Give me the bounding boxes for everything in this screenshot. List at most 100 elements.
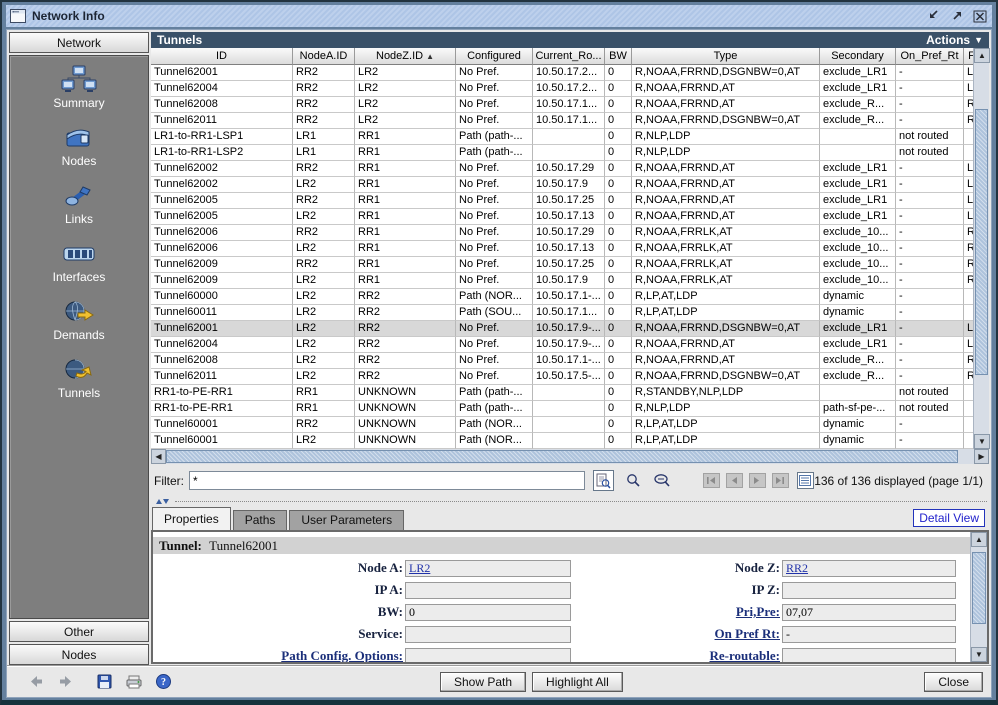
field-value-box[interactable] [405,648,571,663]
minimize-icon[interactable] [925,9,942,24]
tab-properties[interactable]: Properties [152,507,231,530]
table-row[interactable]: Tunnel62006LR2RR1No Pref.10.50.17.130R,N… [151,241,973,257]
table-row[interactable]: RR1-to-PE-RR1RR1UNKNOWNPath (path-...0R,… [151,401,973,417]
table-row[interactable]: Tunnel62001RR2LR2No Pref.10.50.17.2...0R… [151,65,973,81]
back-arrow-icon[interactable] [29,675,44,688]
scroll-up-icon[interactable]: ▲ [971,532,987,547]
sidebar-item-demands[interactable]: Demands [53,296,104,342]
table-row[interactable]: Tunnel62009LR2RR1No Pref.10.50.17.90R,NO… [151,273,973,289]
column-header-on-pref-rt[interactable]: On_Pref_Rt [896,48,964,65]
filter-preview-icon[interactable] [593,470,613,491]
splitter-handle[interactable] [175,501,987,502]
field-label[interactable]: Re-routable: [571,648,782,662]
print-icon[interactable] [126,675,142,689]
sidebar-item-links[interactable]: Links [64,180,94,226]
table-row[interactable]: LR1-to-RR1-LSP2LR1RR1Path (path-...0R,NL… [151,145,973,161]
zoom-select-icon[interactable] [653,473,671,488]
tab-user-parameters[interactable]: User Parameters [289,510,404,530]
properties-scroll-thumb[interactable] [972,552,986,624]
field-value[interactable]: LR2 [409,561,430,575]
vertical-scroll-track[interactable] [974,63,989,434]
column-header-type[interactable]: Type [632,48,820,65]
field-value-box[interactable] [782,648,956,663]
window-titlebar[interactable]: Network Info [6,5,992,27]
sidebar-item-nodes[interactable]: Nodes [62,122,97,168]
first-page-icon[interactable] [703,473,720,488]
column-header-id[interactable]: ID [151,48,293,65]
help-icon[interactable]: ? [156,674,171,689]
show-path-button[interactable]: Show Path [440,672,526,692]
field-value-box[interactable]: 07,07 [782,604,956,621]
table-row[interactable]: Tunnel62004RR2LR2No Pref.10.50.17.2...0R… [151,81,973,97]
zoom-icon[interactable] [626,473,641,488]
table-row[interactable]: Tunnel62002RR2RR1No Pref.10.50.17.290R,N… [151,161,973,177]
table-row[interactable]: Tunnel62006RR2RR1No Pref.10.50.17.290R,N… [151,225,973,241]
field-label[interactable]: On Pref Rt: [571,626,782,642]
table-row[interactable]: Tunnel60000LR2RR2Path (NOR...10.50.17.1-… [151,289,973,305]
highlight-all-button[interactable]: Highlight All [532,672,623,692]
scroll-down-icon[interactable]: ▼ [974,434,990,449]
scroll-left-icon[interactable]: ◀ [151,449,166,464]
horizontal-scroll-track[interactable] [166,449,974,464]
table-row[interactable]: Tunnel62008RR2LR2No Pref.10.50.17.1...0R… [151,97,973,113]
table-row[interactable]: Tunnel60001LR2UNKNOWNPath (NOR...0R,LP,A… [151,433,973,449]
tab-paths[interactable]: Paths [233,510,288,530]
table-row[interactable]: Tunnel62009RR2RR1No Pref.10.50.17.250R,N… [151,257,973,273]
column-header-bw[interactable]: BW [605,48,632,65]
maximize-icon[interactable] [948,9,965,24]
field-value-box[interactable]: LR2 [405,560,571,577]
field-value-box[interactable] [782,582,956,599]
field-value-box[interactable] [405,582,571,599]
sidebar-nodes-button[interactable]: Nodes [9,644,149,665]
previous-page-icon[interactable] [726,473,743,488]
scroll-up-icon[interactable]: ▲ [974,48,990,63]
field-value-box[interactable]: - [782,626,956,643]
horizontal-scroll-thumb[interactable] [166,450,958,463]
save-icon[interactable] [97,674,112,689]
sidebar-other-button[interactable]: Other [9,621,149,642]
forward-arrow-icon[interactable] [58,675,73,688]
field-label[interactable]: Pri,Pre: [571,604,782,620]
table-row[interactable]: Tunnel60011LR2RR2Path (SOU...10.50.17.1.… [151,305,973,321]
table-row[interactable]: Tunnel62005LR2RR1No Pref.10.50.17.130R,N… [151,209,973,225]
sidebar-item-interfaces[interactable]: Interfaces [53,238,106,284]
splitter[interactable] [151,497,989,506]
table-row[interactable]: Tunnel62001LR2RR2No Pref.10.50.17.9-...0… [151,321,973,337]
scroll-right-icon[interactable]: ▶ [974,449,989,464]
sidebar-item-summary[interactable]: Summary [53,64,104,110]
table-row[interactable]: Tunnel62004LR2RR2No Pref.10.50.17.9-...0… [151,337,973,353]
field-value-box[interactable]: 0 [405,604,571,621]
close-icon[interactable] [971,9,988,24]
table-row[interactable]: Tunnel62011LR2RR2No Pref.10.50.17.5-...0… [151,369,973,385]
field-value-box[interactable] [405,626,571,643]
field-value[interactable]: RR2 [786,561,808,575]
table-row[interactable]: LR1-to-RR1-LSP1LR1RR1Path (path-...0R,NL… [151,129,973,145]
detail-view-button[interactable]: Detail View [913,509,985,527]
actions-menu[interactable]: Actions ▼ [926,33,983,47]
table-row[interactable]: Tunnel60001RR2UNKNOWNPath (NOR...0R,LP,A… [151,417,973,433]
column-header-nodez-id[interactable]: NodeZ.ID▲ [355,48,456,65]
scroll-down-icon[interactable]: ▼ [971,647,987,662]
table-row[interactable]: Tunnel62011RR2LR2No Pref.10.50.17.1...0R… [151,113,973,129]
sidebar-item-tunnels[interactable]: Tunnels [58,354,100,400]
next-page-icon[interactable] [749,473,766,488]
properties-scrollbar[interactable]: ▲ ▼ [970,532,987,662]
column-header-configured[interactable]: Configured [456,48,533,65]
table-horizontal-scrollbar[interactable]: ◀ ▶ [151,449,989,464]
table-row[interactable]: Tunnel62005RR2RR1No Pref.10.50.17.250R,N… [151,193,973,209]
field-value-box[interactable]: RR2 [782,560,956,577]
vertical-scroll-thumb[interactable] [975,109,988,375]
column-header-f[interactable]: F [964,48,973,65]
sidebar-network-button[interactable]: Network [9,32,149,53]
filter-input[interactable] [189,471,585,490]
close-button[interactable]: Close [924,672,983,692]
field-label[interactable]: Path Config. Options: [153,648,405,662]
column-header-current-ro-[interactable]: Current_Ro... [533,48,605,65]
table-row[interactable]: RR1-to-PE-RR1RR1UNKNOWNPath (path-...0R,… [151,385,973,401]
table-row[interactable]: Tunnel62008LR2RR2No Pref.10.50.17.1-...0… [151,353,973,369]
list-view-icon[interactable] [797,472,815,489]
last-page-icon[interactable] [772,473,789,488]
column-header-nodea-id[interactable]: NodeA.ID [293,48,355,65]
column-header-secondary[interactable]: Secondary [820,48,896,65]
table-row[interactable]: Tunnel62002LR2RR1No Pref.10.50.17.90R,NO… [151,177,973,193]
